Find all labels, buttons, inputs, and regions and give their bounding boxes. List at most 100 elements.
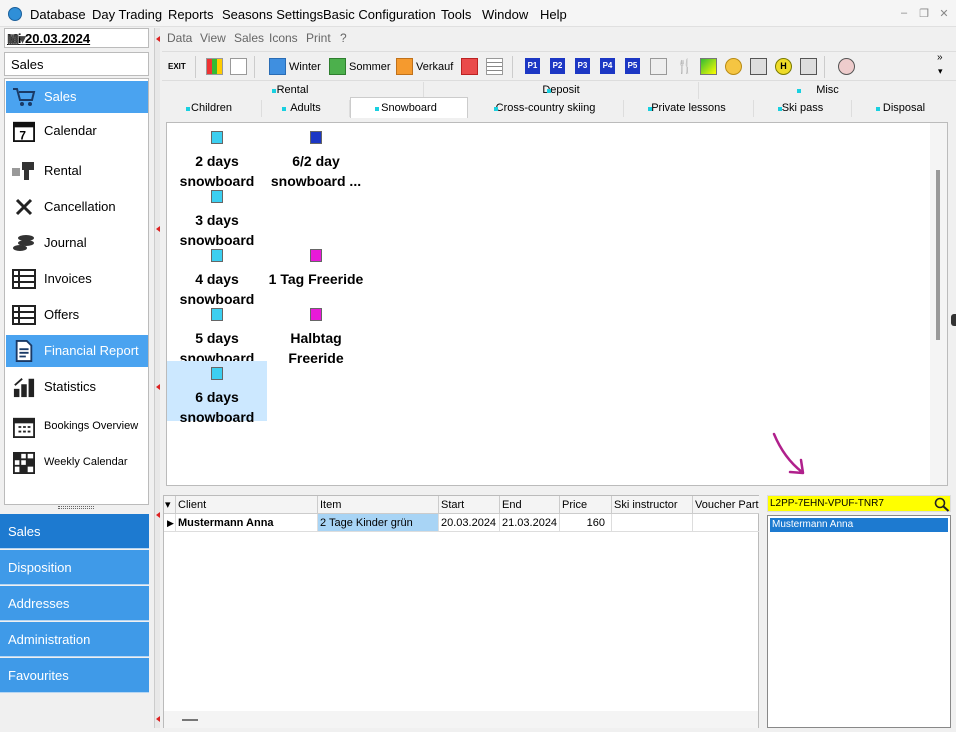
tab-snowboard[interactable]: Snowboard [350, 97, 468, 118]
winter-button[interactable]: Winter [289, 61, 321, 73]
collapse-arrow-icon[interactable] [156, 512, 160, 518]
cell-item[interactable]: 2 Tage Kinder grün [318, 514, 439, 532]
nav-item-bookings-overview[interactable]: Bookings Overview [6, 411, 148, 443]
calculator-icon[interactable] [800, 58, 817, 75]
article-halbtag-freeride[interactable]: Halbtag Freeride [266, 302, 366, 366]
article-3-days-snowboard[interactable]: 3 days snowboard [167, 184, 267, 248]
group-favourites[interactable]: Favourites [0, 658, 149, 693]
article-6-2-day-snowboard[interactable]: 6/2 day snowboard ... [266, 125, 366, 189]
collapse-arrow-icon[interactable] [156, 716, 160, 722]
more-icon[interactable]: » [937, 52, 943, 63]
article-5-days-snowboard[interactable]: 5 days snowboard [167, 302, 267, 366]
article-4-days-snowboard[interactable]: 4 days snowboard [167, 243, 267, 307]
cell-price[interactable]: 160 [560, 514, 612, 532]
menu-reports[interactable]: Reports [168, 7, 214, 22]
p2-button[interactable]: P2 [550, 58, 565, 74]
grid-icon[interactable] [486, 58, 503, 75]
date-selector[interactable]: Mi 20.03.2024 ▦▾ [4, 28, 149, 48]
col-end[interactable]: End [500, 496, 560, 514]
restore-icon[interactable]: ❐ [916, 7, 932, 21]
nav-item-calendar[interactable]: 7 Calendar [6, 115, 148, 147]
col-ski-instructor[interactable]: Ski instructor [612, 496, 693, 514]
col-voucher-part[interactable]: Voucher Part [693, 496, 759, 514]
colors-icon[interactable] [206, 58, 223, 75]
col-price[interactable]: Price [560, 496, 612, 514]
stack-icon[interactable] [700, 58, 717, 75]
exit-button[interactable]: EXIT [168, 62, 186, 71]
nav-item-invoices[interactable]: Invoices [6, 263, 148, 295]
red-square-icon[interactable] [461, 58, 478, 75]
calculator-icon[interactable] [750, 58, 767, 75]
submenu-view[interactable]: View [200, 31, 226, 45]
sommer-button[interactable]: Sommer [349, 61, 391, 73]
nav-item-journal[interactable]: Journal [6, 227, 148, 259]
winter-icon[interactable] [269, 58, 286, 75]
article-1-tag-freeride[interactable]: 1 Tag Freeride [266, 243, 366, 303]
col-item[interactable]: Item [318, 496, 439, 514]
cell-client[interactable]: Mustermann Anna [176, 514, 318, 532]
sommer-icon[interactable] [329, 58, 346, 75]
coins-yellow-icon[interactable] [725, 58, 742, 75]
nav-item-weekly-calendar[interactable]: Weekly Calendar [6, 447, 148, 479]
tab-disposal[interactable]: Disposal [852, 100, 956, 117]
tab-private-lessons[interactable]: Private lessons [624, 100, 754, 117]
minimize-icon[interactable]: – [896, 7, 912, 21]
group-addresses[interactable]: Addresses [0, 586, 149, 621]
nav-item-cancellation[interactable]: Cancellation [6, 191, 148, 223]
group-disposition[interactable]: Disposition [0, 550, 149, 585]
voucher-search-input[interactable]: L2PP-7EHN-VPUF-TNR7 [767, 495, 951, 512]
collapse-arrow-icon[interactable] [156, 226, 160, 232]
menu-basic-configuration[interactable]: Basic Configuration [323, 7, 436, 22]
nav-item-sales[interactable]: Sales [6, 81, 148, 113]
window-icon[interactable] [650, 58, 667, 75]
table-scrollbar[interactable] [164, 711, 758, 728]
group-sales[interactable]: Sales [0, 514, 149, 549]
form-icon[interactable] [230, 58, 247, 75]
article-6-days-snowboard[interactable]: 6 days snowboard [167, 361, 267, 425]
header-dropdown-icon[interactable]: ▾ [164, 496, 176, 514]
collapse-arrow-icon[interactable] [156, 36, 160, 42]
cell-start[interactable]: 20.03.2024 [439, 514, 500, 532]
nav-item-financial-report[interactable]: Financial Report [6, 335, 148, 367]
scrollbar-grip[interactable] [182, 719, 198, 721]
submenu-data[interactable]: Data [167, 31, 192, 45]
dropdown-icon[interactable]: ▾ [938, 66, 943, 77]
cell-end[interactable]: 21.03.2024 [500, 514, 560, 532]
vertical-divider[interactable] [154, 28, 160, 728]
menu-seasons-settings[interactable]: Seasons Settings [222, 7, 323, 22]
p1-button[interactable]: P1 [525, 58, 540, 74]
scrollbar-thumb[interactable] [936, 170, 940, 340]
submenu-help[interactable]: ? [340, 31, 347, 45]
article-2-days-snowboard[interactable]: 2 days snowboard [167, 125, 267, 189]
p3-button[interactable]: P3 [575, 58, 590, 74]
col-client[interactable]: Client [176, 496, 318, 514]
menu-day-trading[interactable]: Day Trading [92, 7, 162, 22]
verkauf-button[interactable]: Verkauf [416, 61, 453, 73]
tab-ski-pass[interactable]: Ski pass [754, 100, 852, 117]
cell-ski-instructor[interactable] [612, 514, 693, 532]
calendar-dropdown-icon[interactable]: ▦▾ [7, 31, 27, 46]
menu-window[interactable]: Window [482, 7, 528, 22]
verkauf-icon[interactable] [396, 58, 413, 75]
col-start[interactable]: Start [439, 496, 500, 514]
collapse-arrow-icon[interactable] [156, 384, 160, 390]
close-icon[interactable]: ✕ [936, 7, 952, 21]
h-circle-icon[interactable]: H [775, 58, 792, 75]
search-icon[interactable] [934, 497, 950, 512]
nav-item-rental[interactable]: Rental [6, 155, 148, 187]
nav-item-offers[interactable]: Offers [6, 299, 148, 331]
submenu-icons[interactable]: Icons [269, 31, 298, 45]
menu-help[interactable]: Help [540, 7, 567, 22]
tab-children[interactable]: Children [162, 100, 262, 117]
tab-adults[interactable]: Adults [262, 100, 350, 117]
panel-splitter[interactable] [58, 506, 94, 509]
submenu-print[interactable]: Print [306, 31, 331, 45]
user-icon[interactable] [838, 58, 855, 75]
cell-voucher-part[interactable] [693, 514, 759, 532]
cutlery-icon[interactable]: 🍴 [676, 58, 693, 75]
menu-database[interactable]: Database [30, 7, 86, 22]
tab-misc[interactable]: Misc [699, 82, 956, 99]
group-administration[interactable]: Administration [0, 622, 149, 657]
nav-item-statistics[interactable]: Statistics [6, 371, 148, 403]
menu-tools[interactable]: Tools [441, 7, 471, 22]
